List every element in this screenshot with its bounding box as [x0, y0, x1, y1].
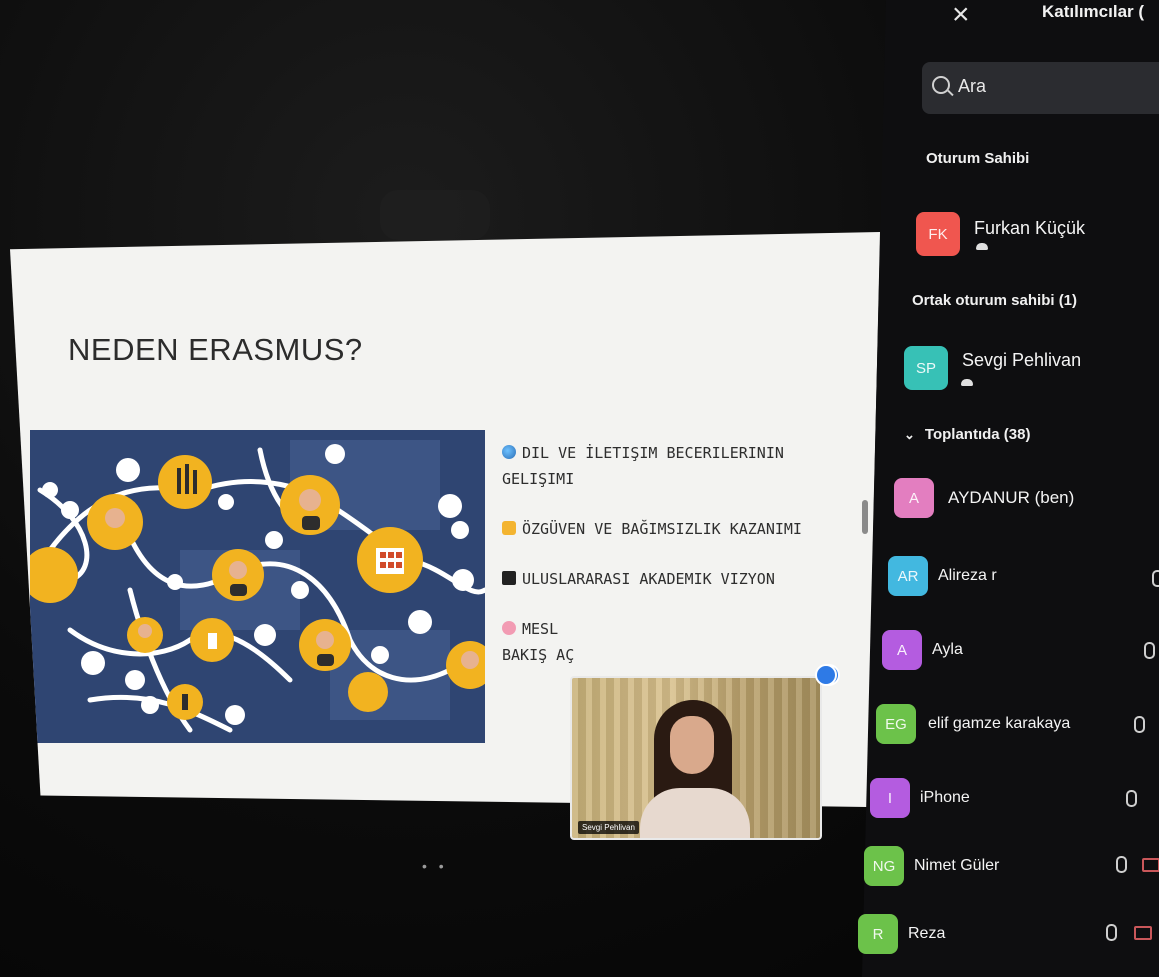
avatar: A	[882, 630, 922, 670]
slide-bullet: MESL BAKIŞ AÇ	[502, 616, 822, 668]
close-icon[interactable]: ×	[952, 0, 970, 30]
panel-title: Katılımcılar (	[1042, 2, 1145, 21]
bullet-text: ULUSLARARASI AKADEMIK VIZYON	[522, 570, 775, 588]
participant-name: iPhone	[920, 789, 970, 806]
avatar: AR	[888, 556, 928, 596]
participant-row-cohost[interactable]: SP Sevgi Pehlivan	[904, 346, 1081, 390]
camera-off-icon[interactable]	[1142, 858, 1159, 872]
chevron-down-icon: ⌄	[904, 427, 915, 442]
avatar: FK	[916, 212, 960, 256]
avatar: I	[870, 778, 910, 818]
participant-name: AYDANUR (ben)	[948, 488, 1075, 507]
participant-name: Nimet Güler	[914, 857, 1000, 874]
participant-row[interactable]: R Reza	[858, 914, 945, 954]
search-icon	[932, 76, 950, 94]
avatar: NG	[864, 846, 904, 886]
graduation-cap-icon	[502, 571, 516, 585]
participant-face	[670, 716, 714, 774]
video-name-label: Sevgi Pehlivan	[578, 821, 639, 834]
cloud-icon	[976, 243, 988, 250]
participant-row[interactable]: A Ayla	[882, 630, 963, 670]
avatar: EG	[876, 704, 916, 744]
bullet-text: ÖZGÜVEN VE BAĞIMSIZLIK KAZANIMI	[522, 520, 802, 538]
cohost-section-header: Ortak oturum sahibi (1)	[912, 292, 1078, 309]
participant-row[interactable]: I iPhone	[870, 778, 970, 818]
slide-bullet: DIL VE İLETIŞIM BECERILERININ GELIŞIMI	[502, 440, 822, 492]
bullet-text: DIL VE İLETIŞIM BECERILERININ GELIŞIMI	[502, 444, 784, 488]
mic-icon[interactable]	[1106, 924, 1117, 941]
participant-row[interactable]: NG Nimet Güler	[864, 846, 999, 886]
avatar: R	[858, 914, 898, 954]
participant-body	[640, 788, 750, 838]
slide-pager: • •	[422, 858, 448, 874]
avatar: SP	[904, 346, 948, 390]
network-illustration	[30, 430, 485, 743]
avatar: A	[894, 478, 934, 518]
participant-name: Sevgi Pehlivan	[962, 349, 1082, 370]
bullet-text: MESL	[522, 620, 559, 638]
mic-icon[interactable]	[1152, 570, 1159, 587]
participant-name: elif gamze karakaya	[928, 715, 1071, 732]
section-label: Toplantıda (38)	[924, 426, 1031, 443]
cloud-icon	[961, 379, 973, 386]
camera-off-icon[interactable]	[1134, 926, 1152, 940]
video-options-icon[interactable]	[815, 664, 837, 686]
mic-icon[interactable]	[1144, 642, 1155, 659]
background-camera-blur	[380, 190, 490, 240]
participant-row[interactable]: A AYDANUR (ben)	[894, 478, 1074, 518]
participant-row-host[interactable]: FK Furkan Küçük	[916, 212, 1085, 256]
self-video-tile[interactable]: Sevgi Pehlivan	[570, 676, 822, 840]
slide-bullet: ÖZGÜVEN VE BAĞIMSIZLIK KAZANIMI	[502, 516, 822, 542]
participant-name: Ayla	[932, 641, 963, 658]
brain-icon	[502, 621, 516, 635]
host-section-header: Oturum Sahibi	[926, 150, 1030, 167]
participant-name: Alireza r	[938, 567, 997, 584]
flexed-arm-icon	[502, 521, 516, 535]
participant-name: Furkan Küçük	[974, 217, 1086, 238]
slide-title: NEDEN ERASMUS?	[68, 332, 363, 367]
meeting-stage: NEDEN ERASMUS? DIL VE İLETIŞIM BECERILER…	[0, 0, 1159, 977]
slide-bullet-list: DIL VE İLETIŞIM BECERILERININ GELIŞIMI Ö…	[502, 440, 822, 692]
in-meeting-section-header[interactable]: ⌄ Toplantıda (38)	[904, 426, 1030, 443]
globe-icon	[502, 445, 516, 459]
participant-row[interactable]: EG elif gamze karakaya	[876, 704, 1070, 744]
slide-bullet: ULUSLARARASI AKADEMIK VIZYON	[502, 566, 822, 592]
search-input[interactable]	[958, 76, 1158, 97]
mic-icon[interactable]	[1126, 790, 1137, 807]
mic-icon[interactable]	[1134, 716, 1145, 733]
bullet-text-trail: BAKIŞ AÇ	[502, 646, 575, 664]
panel-resize-handle[interactable]	[862, 500, 868, 534]
participant-search-box[interactable]	[922, 62, 1159, 114]
participant-name: Reza	[908, 925, 946, 942]
participant-row[interactable]: AR Alireza r	[888, 556, 997, 596]
mic-icon[interactable]	[1116, 856, 1127, 873]
